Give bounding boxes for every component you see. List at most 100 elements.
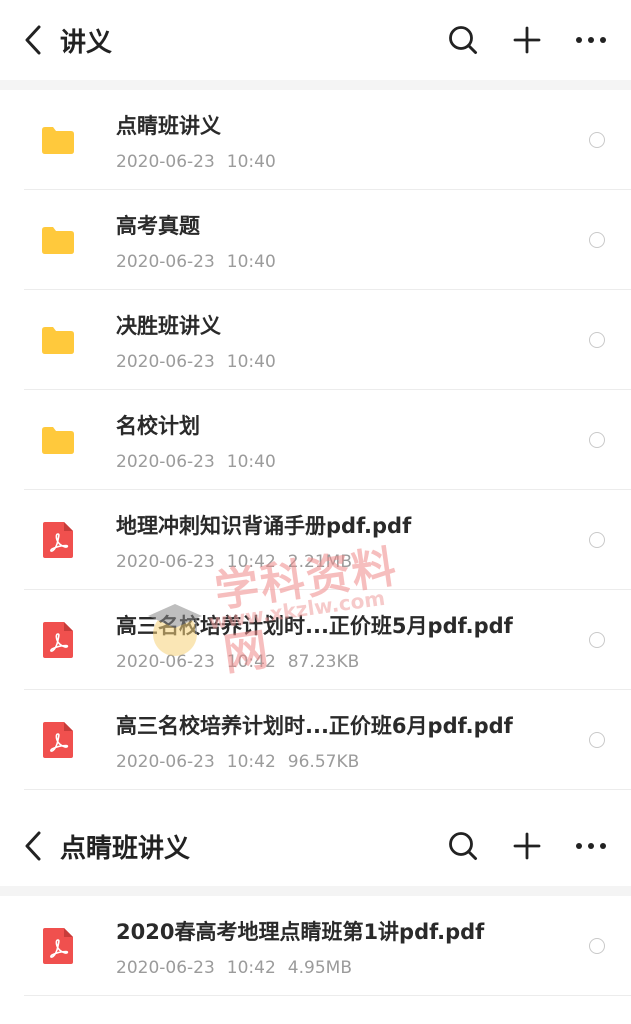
item-date: 2020-06-23	[116, 352, 215, 372]
folder-icon	[42, 127, 74, 154]
file-list: 点睛班讲义 2020-06-23 10:40 高考真题 2020-06-23 10:40 决…	[0, 90, 631, 790]
item-text: 高三名校培养计划时...正价班5月pdf.pdf 2020-06-23 10:42 8…	[116, 608, 579, 672]
pdf-file-icon	[43, 622, 73, 658]
item-meta: 2020-06-23 10:40	[116, 452, 579, 472]
item-name: 决胜班讲义	[116, 314, 221, 338]
file-row[interactable]: 高三名校培养计划时...正价班5月pdf.pdf 2020-06-23 10:42 8…	[0, 590, 631, 690]
radio-circle-icon[interactable]	[589, 732, 605, 748]
item-time: 10:40	[226, 452, 276, 472]
toolbar-actions	[425, 806, 617, 886]
item-meta: 2020-06-23 10:42 2.21MB	[116, 552, 579, 572]
row-divider	[24, 789, 631, 790]
file-row[interactable]: 2020春高考地理点睛班第1讲pdf.pdf 2020-06-23 10:42 4.9…	[0, 896, 631, 996]
back-button[interactable]	[14, 20, 54, 60]
item-name: 名校计划	[116, 414, 200, 438]
item-date: 2020-06-23	[116, 552, 215, 572]
page-title: 点睛班讲义	[60, 833, 191, 864]
chevron-left-icon	[25, 831, 41, 861]
item-meta: 2020-06-23 10:42 96.57KB	[116, 752, 579, 772]
item-text: 点睛班讲义 2020-06-23 10:40	[116, 108, 579, 172]
folder-row[interactable]: 点睛班讲义 2020-06-23 10:40	[0, 90, 631, 190]
item-text: 决胜班讲义 2020-06-23 10:40	[116, 308, 579, 372]
item-meta: 2020-06-23 10:40	[116, 252, 579, 272]
top-bar: 讲义	[0, 0, 631, 80]
back-button[interactable]	[14, 826, 54, 866]
item-name: 点睛班讲义	[116, 114, 221, 138]
radio-circle-icon[interactable]	[589, 938, 605, 954]
item-size: 87.23KB	[287, 652, 360, 672]
item-size: 96.57KB	[287, 752, 360, 772]
top-bar: 点睛班讲义	[0, 806, 631, 886]
item-date: 2020-06-23	[116, 252, 215, 272]
item-meta: 2020-06-23 10:42 87.23KB	[116, 652, 579, 672]
search-icon	[449, 832, 477, 860]
more-horizontal-icon	[576, 37, 606, 43]
more-button[interactable]	[565, 820, 617, 872]
more-button[interactable]	[565, 14, 617, 66]
file-row[interactable]: 高三名校培养计划时...正价班6月pdf.pdf 2020-06-23 10:42 9…	[0, 690, 631, 790]
item-thumbnail	[0, 490, 116, 590]
pdf-file-icon	[43, 522, 73, 558]
item-name: 地理冲刺知识背诵手册pdf.pdf	[116, 514, 412, 538]
item-date: 2020-06-23	[116, 958, 215, 978]
file-browser-screen: 讲义 点睛班讲义 2020-06-23 10:40 高考真题 2020-06-2…	[0, 0, 631, 806]
item-name: 2020春高考地理点睛班第1讲pdf.pdf	[116, 920, 485, 944]
file-list: 2020春高考地理点睛班第1讲pdf.pdf 2020-06-23 10:42 4.9…	[0, 896, 631, 996]
radio-circle-icon[interactable]	[589, 632, 605, 648]
radio-circle-icon[interactable]	[589, 532, 605, 548]
search-button[interactable]	[437, 820, 489, 872]
folder-row[interactable]: 名校计划 2020-06-23 10:40	[0, 390, 631, 490]
folder-row[interactable]: 决胜班讲义 2020-06-23 10:40	[0, 290, 631, 390]
add-button[interactable]	[501, 14, 553, 66]
folder-icon	[42, 227, 74, 254]
item-name: 高考真题	[116, 214, 200, 238]
item-size: 2.21MB	[287, 552, 352, 572]
item-time: 10:42	[226, 958, 276, 978]
more-horizontal-icon	[576, 843, 606, 849]
item-time: 10:42	[226, 552, 276, 572]
folder-icon	[42, 427, 74, 454]
page-title: 讲义	[60, 27, 113, 58]
add-button[interactable]	[501, 820, 553, 872]
item-thumbnail	[0, 190, 116, 290]
item-date: 2020-06-23	[116, 752, 215, 772]
item-time: 10:42	[226, 652, 276, 672]
item-text: 高三名校培养计划时...正价班6月pdf.pdf 2020-06-23 10:42 9…	[116, 708, 579, 772]
item-text: 名校计划 2020-06-23 10:40	[116, 408, 579, 472]
item-thumbnail	[0, 290, 116, 390]
item-name: 高三名校培养计划时...正价班6月pdf.pdf	[116, 714, 513, 738]
item-text: 高考真题 2020-06-23 10:40	[116, 208, 579, 272]
item-time: 10:40	[226, 252, 276, 272]
chevron-left-icon	[25, 25, 41, 55]
plus-icon	[513, 26, 541, 54]
radio-circle-icon[interactable]	[589, 432, 605, 448]
item-thumbnail	[0, 690, 116, 790]
header-divider	[0, 886, 631, 896]
item-thumbnail	[0, 90, 116, 190]
radio-circle-icon[interactable]	[589, 332, 605, 348]
plus-icon	[513, 832, 541, 860]
item-thumbnail	[0, 896, 116, 996]
item-date: 2020-06-23	[116, 652, 215, 672]
search-button[interactable]	[437, 14, 489, 66]
search-icon	[449, 26, 477, 54]
file-browser-screen-2: 点睛班讲义 2020春高考地理点睛班第1讲pdf.pdf 2020-06-23 …	[0, 806, 631, 1024]
item-thumbnail	[0, 390, 116, 490]
item-text: 地理冲刺知识背诵手册pdf.pdf 2020-06-23 10:42 2.21MB	[116, 508, 579, 572]
toolbar-actions	[425, 0, 617, 80]
radio-circle-icon[interactable]	[589, 232, 605, 248]
item-meta: 2020-06-23 10:40	[116, 352, 579, 372]
item-date: 2020-06-23	[116, 152, 215, 172]
radio-circle-icon[interactable]	[589, 132, 605, 148]
pdf-file-icon	[43, 722, 73, 758]
item-meta: 2020-06-23 10:40	[116, 152, 579, 172]
item-time: 10:42	[226, 752, 276, 772]
row-divider	[24, 995, 631, 996]
folder-row[interactable]: 高考真题 2020-06-23 10:40	[0, 190, 631, 290]
file-row[interactable]: 地理冲刺知识背诵手册pdf.pdf 2020-06-23 10:42 2.21MB	[0, 490, 631, 590]
pdf-file-icon	[43, 928, 73, 964]
item-size: 4.95MB	[287, 958, 352, 978]
item-time: 10:40	[226, 152, 276, 172]
item-text: 2020春高考地理点睛班第1讲pdf.pdf 2020-06-23 10:42 4.9…	[116, 914, 579, 978]
item-thumbnail	[0, 590, 116, 690]
